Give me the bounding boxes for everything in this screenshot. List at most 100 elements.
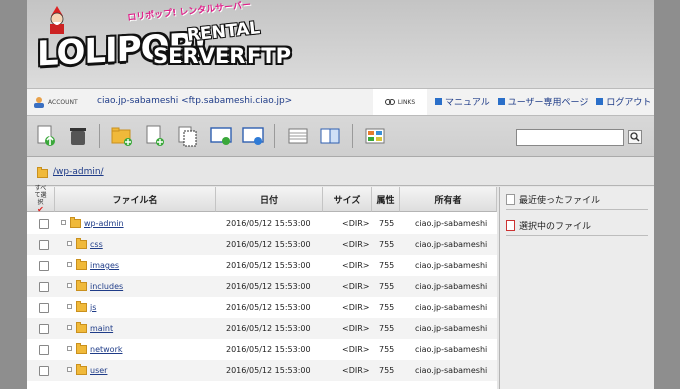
recent-files[interactable]: 最近使ったファイル: [506, 193, 600, 206]
toolbar-divider: [274, 124, 275, 148]
column-header-permission[interactable]: 属性: [372, 187, 400, 212]
file-permission: 755: [379, 282, 395, 291]
expand-icon[interactable]: [67, 241, 72, 246]
folder-icon: [76, 259, 87, 270]
list-view-icon[interactable]: [287, 125, 309, 147]
folder-icon: [76, 280, 87, 291]
file-permission: 755: [379, 219, 395, 228]
column-header-owner[interactable]: 所有者: [400, 187, 497, 212]
file-name-link[interactable]: js: [90, 303, 96, 312]
ftp-window: ロリポップ! レンタルサーバー LOLIPOP! RENTAL SERVER F…: [27, 0, 654, 389]
copy-icon[interactable]: [177, 125, 199, 147]
bullet-icon: [596, 98, 604, 105]
file-permission: 755: [379, 345, 395, 354]
row-checkbox[interactable]: [39, 303, 49, 313]
folder-icon: [76, 343, 87, 354]
row-checkbox[interactable]: [39, 261, 49, 271]
side-panel: 最近使ったファイル 選択中のファイル: [499, 187, 654, 389]
row-checkbox[interactable]: [39, 366, 49, 376]
thumbnail-view-icon[interactable]: [364, 125, 386, 147]
folder-icon: [76, 322, 87, 333]
file-date: 2016/05/12 15:53:00: [226, 324, 311, 333]
search-icon[interactable]: [628, 130, 642, 144]
file-name-link[interactable]: includes: [90, 282, 123, 291]
expand-icon[interactable]: [67, 283, 72, 288]
file-permission: 755: [379, 261, 395, 270]
folder-icon: [76, 364, 87, 375]
expand-icon[interactable]: [67, 367, 72, 372]
folder-icon: [76, 238, 87, 249]
file-permission: 755: [379, 366, 395, 375]
select-all-header[interactable]: すべて選択 ✔: [27, 185, 55, 214]
column-header-size[interactable]: サイズ: [323, 187, 372, 212]
new-file-icon[interactable]: [144, 125, 166, 147]
file-size: <DIR>: [342, 261, 370, 270]
file-owner: ciao.jp-sabameshi: [415, 345, 488, 354]
expand-icon[interactable]: [67, 325, 72, 330]
file-date: 2016/05/12 15:53:00: [226, 261, 311, 270]
file-name-link[interactable]: css: [90, 240, 103, 249]
row-checkbox[interactable]: [39, 324, 49, 334]
bullet-icon: [435, 98, 442, 105]
expand-icon[interactable]: [61, 220, 66, 225]
table-row[interactable]: network 2016/05/12 15:53:00 <DIR> 755 ciao.j…: [27, 339, 497, 360]
expand-icon[interactable]: [67, 304, 72, 309]
search-input[interactable]: [516, 129, 624, 146]
mascot-icon: [50, 6, 64, 34]
table-row[interactable]: images 2016/05/12 15:53:00 <DIR> 755 ciao.jp…: [27, 255, 497, 276]
selected-files[interactable]: 選択中のファイル: [506, 219, 591, 232]
table-row[interactable]: wp-admin 2016/05/12 15:53:00 <DIR> 755 ciao.…: [27, 213, 497, 234]
row-checkbox[interactable]: [39, 219, 49, 229]
file-date: 2016/05/12 15:53:00: [226, 303, 311, 312]
expand-icon[interactable]: [67, 262, 72, 267]
row-checkbox[interactable]: [39, 240, 49, 250]
column-header-date[interactable]: 日付: [216, 187, 323, 212]
expand-icon[interactable]: [67, 346, 72, 351]
file-name-link[interactable]: user: [90, 366, 107, 375]
new-folder-icon[interactable]: [111, 125, 133, 147]
table-row[interactable]: css 2016/05/12 15:53:00 <DIR> 755 ciao.jp-sa…: [27, 234, 497, 255]
header: ロリポップ! レンタルサーバー LOLIPOP! RENTAL SERVER F…: [27, 0, 654, 88]
detail-view-icon[interactable]: [319, 125, 341, 147]
toolbar: [27, 116, 654, 157]
logo: ロリポップ! レンタルサーバー LOLIPOP! RENTAL SERVER F…: [37, 1, 302, 78]
row-checkbox[interactable]: [39, 282, 49, 292]
logo-server-text: SERVER: [153, 44, 246, 68]
trash-icon[interactable]: [67, 125, 89, 147]
web-icon[interactable]: [242, 125, 264, 147]
file-name-link[interactable]: network: [90, 345, 123, 354]
row-checkbox[interactable]: [39, 345, 49, 355]
link-icon: [384, 99, 395, 105]
link-manual[interactable]: マニュアル: [435, 95, 490, 108]
table-row[interactable]: maint 2016/05/12 15:53:00 <DIR> 755 ciao.jp-…: [27, 318, 497, 339]
link-logout[interactable]: ログアウト: [596, 95, 651, 108]
file-size: <DIR>: [342, 219, 370, 228]
file-owner: ciao.jp-sabameshi: [415, 282, 488, 291]
file-owner: ciao.jp-sabameshi: [415, 324, 488, 333]
account-label: ACCOUNT: [33, 93, 78, 111]
table-row[interactable]: js 2016/05/12 15:53:00 <DIR> 755 ciao.jp-sab…: [27, 297, 497, 318]
file-date: 2016/05/12 15:53:00: [226, 345, 311, 354]
toolbar-divider: [352, 124, 353, 148]
file-permission: 755: [379, 240, 395, 249]
file-name-link[interactable]: maint: [90, 324, 113, 333]
table-row[interactable]: user 2016/05/12 15:53:00 <DIR> 755 ciao.jp-s…: [27, 360, 497, 381]
upload-icon[interactable]: [35, 125, 57, 147]
file-name-link[interactable]: wp-admin: [84, 219, 124, 228]
file-size: <DIR>: [342, 366, 370, 375]
recent-file-icon: [506, 194, 515, 205]
file-permission: 755: [379, 324, 395, 333]
folder-icon: [37, 167, 48, 178]
file-size: <DIR>: [342, 345, 370, 354]
file-owner: ciao.jp-sabameshi: [415, 240, 488, 249]
folder-icon: [70, 217, 81, 228]
file-name-link[interactable]: images: [90, 261, 119, 270]
toolbar-divider: [99, 124, 100, 148]
current-path-link[interactable]: /wp-admin/: [53, 167, 104, 177]
account-bar: ACCOUNT ciao.jp-sabameshi <ftp.sabameshi…: [27, 88, 654, 116]
link-user-page[interactable]: ユーザー専用ページ: [497, 95, 588, 108]
column-header-name[interactable]: ファイル名: [55, 187, 216, 212]
bullet-icon: [497, 98, 505, 105]
table-row[interactable]: includes 2016/05/12 15:53:00 <DIR> 755 ciao.…: [27, 276, 497, 297]
move-icon[interactable]: [210, 125, 232, 147]
